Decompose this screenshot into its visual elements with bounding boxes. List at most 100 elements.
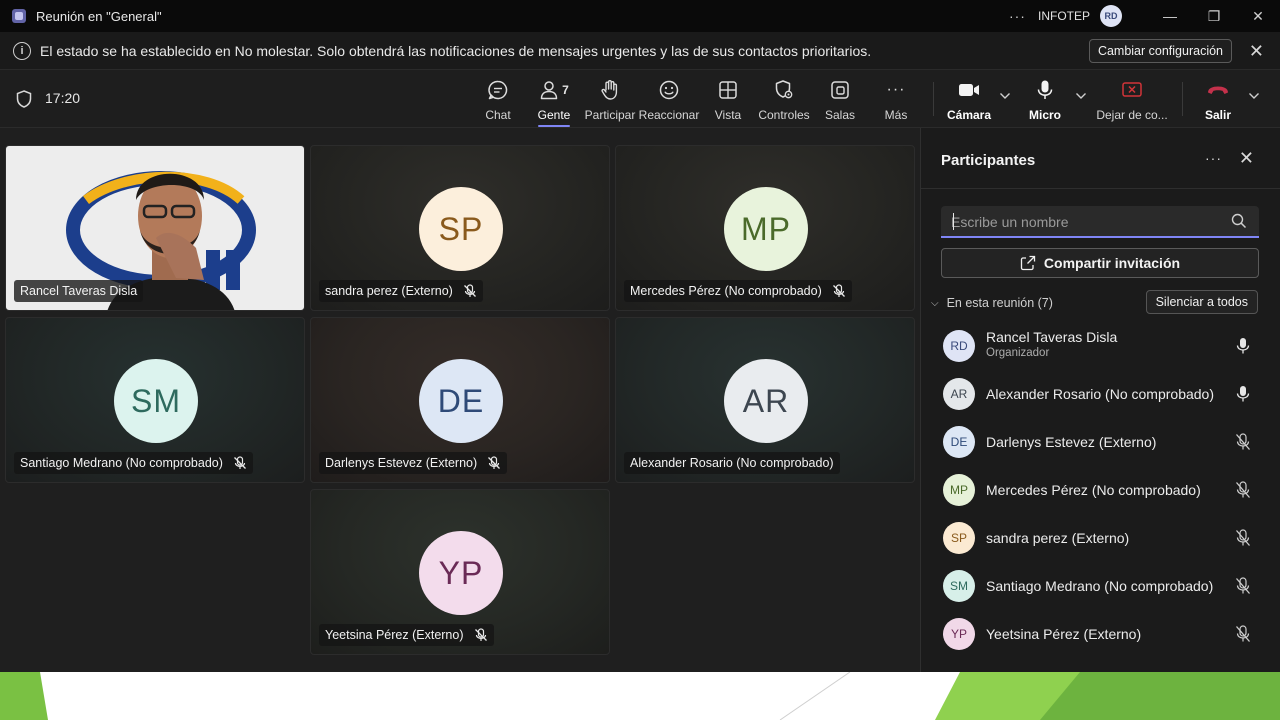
stop-sharing-button[interactable]: Dejar de co... bbox=[1096, 78, 1168, 124]
more-icon: ··· bbox=[886, 81, 906, 98]
participant-avatar: SP bbox=[943, 522, 975, 554]
leave-button[interactable]: Salir bbox=[1198, 78, 1238, 124]
meeting-stage: Rancel Taveras Disla SP sandra perez (Ex… bbox=[0, 128, 920, 672]
participant-avatar: SP bbox=[419, 187, 503, 271]
mic-off-icon bbox=[463, 284, 476, 297]
search-input[interactable] bbox=[951, 212, 1221, 232]
camera-options-chevron-icon[interactable] bbox=[999, 92, 1011, 100]
participant-name-label: Darlenys Estevez (Externo) bbox=[319, 452, 508, 474]
participant-avatar: SM bbox=[943, 570, 975, 602]
participant-avatar: AR bbox=[943, 378, 975, 410]
raise-hand-label: Participar bbox=[584, 108, 636, 122]
panel-close-icon[interactable]: ✕ bbox=[1239, 148, 1254, 169]
participant-name: Yeetsina Pérez (Externo) bbox=[986, 626, 1142, 642]
search-icon[interactable] bbox=[1231, 213, 1247, 229]
participant-avatar: DE bbox=[943, 426, 975, 458]
participant-name-label: Rancel Taveras Disla bbox=[14, 280, 144, 302]
share-icon bbox=[1020, 255, 1036, 271]
participant-avatar: YP bbox=[419, 531, 503, 615]
camera-label: Cámara bbox=[946, 108, 992, 122]
participant-video-tile[interactable]: Rancel Taveras Disla bbox=[5, 145, 305, 311]
participant-name-label: Santiago Medrano (No comprobado) bbox=[14, 452, 253, 474]
shield-icon[interactable] bbox=[16, 90, 32, 108]
panel-divider bbox=[921, 188, 1280, 189]
participant-row[interactable]: AR Alexander Rosario (No comprobado) bbox=[941, 374, 1261, 414]
people-button[interactable]: 7 Gente bbox=[534, 78, 574, 124]
mute-all-button[interactable]: Silenciar a todos bbox=[1145, 290, 1258, 314]
close-window-button[interactable]: ✕ bbox=[1236, 0, 1280, 32]
participant-row[interactable]: SM Santiago Medrano (No comprobado) bbox=[941, 566, 1261, 606]
mic-off-icon[interactable] bbox=[1235, 433, 1251, 451]
stop-sharing-label: Dejar de co... bbox=[1096, 108, 1168, 122]
participant-tile[interactable]: MP Mercedes Pérez (No comprobado) bbox=[615, 145, 915, 311]
mic-options-chevron-icon[interactable] bbox=[1075, 92, 1087, 100]
camera-icon bbox=[957, 78, 981, 102]
participant-tile[interactable]: SP sandra perez (Externo) bbox=[310, 145, 610, 311]
participant-row[interactable]: MP Mercedes Pérez (No comprobado) bbox=[941, 470, 1261, 510]
participant-tile[interactable]: YP Yeetsina Pérez (Externo) bbox=[310, 489, 610, 655]
banner-close-icon[interactable]: ✕ bbox=[1249, 41, 1264, 61]
section-label: En esta reunión (7) bbox=[946, 296, 1053, 310]
text-caret bbox=[953, 213, 954, 230]
teams-app-icon bbox=[12, 9, 26, 23]
participant-avatar: RD bbox=[943, 330, 975, 362]
people-label: Gente bbox=[537, 108, 571, 122]
titlebar-more-icon[interactable]: ··· bbox=[1009, 8, 1026, 24]
participant-role: Organizador bbox=[986, 347, 1050, 359]
rooms-button[interactable]: Salas bbox=[824, 78, 856, 124]
search-box[interactable] bbox=[941, 206, 1259, 238]
meeting-toolbar: 17:20 Chat 7 Gente Participar Reaccionar… bbox=[0, 70, 1280, 128]
participant-row[interactable]: SP sandra perez (Externo) bbox=[941, 518, 1261, 558]
user-avatar[interactable]: RD bbox=[1100, 5, 1122, 27]
people-count: 7 bbox=[562, 83, 569, 97]
raise-hand-button[interactable]: Participar bbox=[584, 78, 636, 124]
more-label: Más bbox=[884, 108, 908, 122]
panel-more-icon[interactable]: ··· bbox=[1205, 150, 1222, 166]
camera-button[interactable]: Cámara bbox=[946, 78, 992, 124]
mic-off-icon[interactable] bbox=[1235, 625, 1251, 643]
mic-on-icon[interactable] bbox=[1235, 337, 1251, 355]
share-invite-label: Compartir invitación bbox=[1043, 255, 1181, 271]
mic-off-icon[interactable] bbox=[1235, 529, 1251, 547]
view-label: Vista bbox=[714, 108, 742, 122]
minimize-button[interactable]: — bbox=[1148, 0, 1192, 32]
participant-name: Mercedes Pérez (No comprobado) bbox=[986, 482, 1201, 498]
organization-name[interactable]: INFOTEP bbox=[1038, 9, 1090, 23]
participant-avatar: AR bbox=[724, 359, 808, 443]
stop-share-icon bbox=[1120, 78, 1144, 102]
restore-button[interactable]: ❐ bbox=[1192, 0, 1236, 32]
info-icon: i bbox=[13, 41, 31, 60]
more-actions-button[interactable]: ··· Más bbox=[880, 78, 912, 124]
participant-name: Rancel Taveras Disla bbox=[986, 329, 1118, 345]
participant-name: Alexander Rosario (No comprobado) bbox=[986, 386, 1214, 402]
mic-button[interactable]: Micro bbox=[1027, 78, 1063, 124]
change-settings-button[interactable]: Cambiar configuración bbox=[1088, 39, 1232, 63]
participant-avatar: SM bbox=[114, 359, 198, 443]
mic-off-icon[interactable] bbox=[1235, 577, 1251, 595]
participant-row[interactable]: YP Yeetsina Pérez (Externo) bbox=[941, 614, 1261, 654]
mic-on-icon[interactable] bbox=[1235, 385, 1251, 403]
participant-avatar: YP bbox=[943, 618, 975, 650]
in-meeting-section-toggle[interactable]: ⌵ En esta reunión (7) bbox=[931, 296, 1053, 310]
participant-row[interactable]: RD Rancel Taveras Disla Organizador bbox=[941, 326, 1261, 366]
participant-tile[interactable]: AR Alexander Rosario (No comprobado) bbox=[615, 317, 915, 483]
leave-options-chevron-icon[interactable] bbox=[1248, 92, 1260, 100]
view-button[interactable]: Vista bbox=[712, 78, 744, 124]
panel-title: Participantes bbox=[941, 152, 1036, 169]
window-titlebar: Reunión en "General" ··· INFOTEP RD — ❐ … bbox=[0, 0, 1280, 32]
react-button[interactable]: Reaccionar bbox=[639, 78, 699, 124]
participant-tile[interactable]: DE Darlenys Estevez (Externo) bbox=[310, 317, 610, 483]
controls-button[interactable]: Controles bbox=[758, 78, 810, 124]
hang-up-icon bbox=[1205, 78, 1231, 102]
do-not-disturb-banner: i El estado se ha establecido en No mole… bbox=[0, 32, 1280, 70]
share-invite-button[interactable]: Compartir invitación bbox=[941, 248, 1259, 278]
participant-name: Darlenys Estevez (Externo) bbox=[986, 434, 1157, 450]
participant-row[interactable]: DE Darlenys Estevez (Externo) bbox=[941, 422, 1261, 462]
slide-decoration-icon bbox=[0, 672, 1280, 720]
participants-panel: Participantes ··· ✕ Compartir invitación… bbox=[920, 128, 1280, 672]
chat-button[interactable]: Chat bbox=[482, 78, 514, 124]
participant-tile[interactable]: SM Santiago Medrano (No comprobado) bbox=[5, 317, 305, 483]
mic-off-icon[interactable] bbox=[1235, 481, 1251, 499]
mic-label: Micro bbox=[1028, 108, 1061, 122]
rooms-label: Salas bbox=[824, 108, 856, 122]
